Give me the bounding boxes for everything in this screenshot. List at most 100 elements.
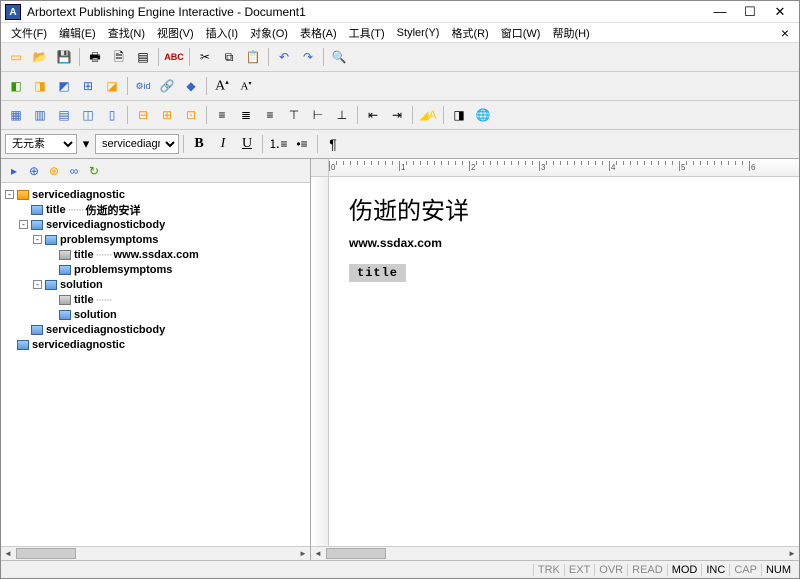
outline-tool-3[interactable]: ⊛	[45, 162, 63, 180]
status-ext[interactable]: EXT	[564, 564, 594, 576]
highlight-button[interactable]: ◢A	[417, 104, 439, 126]
element-select-more[interactable]: ▾	[79, 133, 93, 155]
print-button[interactable]: 🖶	[84, 46, 106, 68]
find-button[interactable]: 🔍	[328, 46, 350, 68]
tree-node[interactable]: servicediagnostic	[5, 337, 306, 352]
numbered-list-button[interactable]: ⒈≡	[267, 133, 289, 155]
change-markup-button[interactable]: ◨	[29, 75, 51, 97]
underline-button[interactable]: U	[236, 133, 258, 155]
status-inc[interactable]: INC	[701, 564, 729, 576]
outline-tool-2[interactable]: ⊕	[25, 162, 43, 180]
close-button[interactable]: ✕	[765, 2, 795, 22]
insert-symbol-button[interactable]: ◪	[101, 75, 123, 97]
status-read[interactable]: READ	[627, 564, 667, 576]
document-line[interactable]: www.ssdax.com	[349, 236, 779, 250]
outline-tool-1[interactable]: ▸	[5, 162, 23, 180]
redo-button[interactable]: ↷	[297, 46, 319, 68]
table-merge-3[interactable]: ⊡	[180, 104, 202, 126]
tree-node[interactable]: -problemsymptoms	[5, 232, 306, 247]
table-merge-1[interactable]: ⊟	[132, 104, 154, 126]
menu-view[interactable]: 视图(V)	[151, 23, 200, 43]
outline-tool-link[interactable]: ∞	[65, 162, 83, 180]
element-select[interactable]: 无元素	[5, 134, 77, 154]
pilcrow-button[interactable]: ¶	[322, 133, 344, 155]
menu-file[interactable]: 文件(F)	[5, 23, 53, 43]
status-trk[interactable]: TRK	[533, 564, 564, 576]
table-merge-2[interactable]: ⊞	[156, 104, 178, 126]
table-tool-2[interactable]: ▥	[29, 104, 51, 126]
screen-toggle-button[interactable]: ◨	[448, 104, 470, 126]
menu-format[interactable]: 格式(R)	[445, 23, 494, 43]
tree-toggle[interactable]: -	[33, 280, 42, 289]
menu-styler[interactable]: Styler(Y)	[391, 25, 446, 41]
align-right-button[interactable]: ≡	[259, 104, 281, 126]
track-changes-button[interactable]: ⚙id	[132, 75, 154, 97]
paste-button[interactable]: 📋	[242, 46, 264, 68]
insert-graphic-button[interactable]: ◩	[53, 75, 75, 97]
align-top-button[interactable]: ⊤	[283, 104, 305, 126]
title-placeholder[interactable]: title	[349, 264, 406, 282]
open-button[interactable]: 📂	[29, 46, 51, 68]
tree-node[interactable]: -servicediagnosticbody	[5, 217, 306, 232]
status-num[interactable]: NUM	[761, 564, 795, 576]
document-body[interactable]: 伤逝的安详 www.ssdax.com title	[329, 177, 799, 546]
tree-toggle[interactable]: -	[19, 220, 28, 229]
tree-node[interactable]: problemsymptoms	[5, 262, 306, 277]
save-button[interactable]: 💾	[53, 46, 75, 68]
tree-node[interactable]: -solution	[5, 277, 306, 292]
bold-button[interactable]: B	[188, 133, 210, 155]
menubar-close-icon[interactable]: ×	[775, 25, 795, 41]
align-bot-button[interactable]: ⊥	[331, 104, 353, 126]
browser-button[interactable]: 🌐	[472, 104, 494, 126]
menu-window[interactable]: 窗口(W)	[495, 23, 547, 43]
tree-node[interactable]: solution	[5, 307, 306, 322]
bullet-list-button[interactable]: •≡	[291, 133, 313, 155]
outline-tree[interactable]: -servicediagnostictitle ······ 伤逝的安详-ser…	[1, 183, 310, 546]
compose-button[interactable]: ▤	[132, 46, 154, 68]
menu-insert[interactable]: 插入(I)	[200, 23, 244, 43]
tree-toggle[interactable]: -	[33, 235, 42, 244]
style-select[interactable]: servicediagno	[95, 134, 179, 154]
font-smaller-button[interactable]: A▾	[235, 75, 257, 97]
table-tool-4[interactable]: ◫	[77, 104, 99, 126]
outline-tool-refresh[interactable]: ↻	[85, 162, 103, 180]
status-ovr[interactable]: OVR	[594, 564, 627, 576]
minimize-button[interactable]: —	[705, 2, 735, 22]
undo-button[interactable]: ↶	[273, 46, 295, 68]
tree-node[interactable]: servicediagnosticbody	[5, 322, 306, 337]
cut-button[interactable]: ✂	[194, 46, 216, 68]
preview-button[interactable]: 🗎	[108, 46, 130, 68]
menu-help[interactable]: 帮助(H)	[546, 23, 595, 43]
entity-button[interactable]: ◆	[180, 75, 202, 97]
tree-node[interactable]: title ······	[5, 292, 306, 307]
status-mod[interactable]: MOD	[667, 564, 702, 576]
tree-toggle[interactable]: -	[5, 190, 14, 199]
indent-out-button[interactable]: ⇤	[362, 104, 384, 126]
maximize-button[interactable]: ☐	[735, 2, 765, 22]
document-heading[interactable]: 伤逝的安详	[349, 191, 779, 226]
align-left-button[interactable]: ≡	[211, 104, 233, 126]
outline-scrollbar[interactable]: ◄►	[1, 546, 310, 560]
menu-find[interactable]: 查找(N)	[102, 23, 151, 43]
menu-object[interactable]: 对象(O)	[244, 23, 294, 43]
table-tool-1[interactable]: ▦	[5, 104, 27, 126]
menu-edit[interactable]: 编辑(E)	[53, 23, 102, 43]
align-mid-button[interactable]: ⊢	[307, 104, 329, 126]
new-button[interactable]: ▭	[5, 46, 27, 68]
insert-table-button[interactable]: ⊞	[77, 75, 99, 97]
menu-tools[interactable]: 工具(T)	[343, 23, 391, 43]
link-button[interactable]: 🔗	[156, 75, 178, 97]
spellcheck-button[interactable]: ABC	[163, 46, 185, 68]
align-center-button[interactable]: ≣	[235, 104, 257, 126]
font-larger-button[interactable]: A▴	[211, 75, 233, 97]
table-tool-3[interactable]: ▤	[53, 104, 75, 126]
table-tool-5[interactable]: ▯	[101, 104, 123, 126]
editor-scrollbar[interactable]: ◄►	[311, 546, 799, 560]
tree-node[interactable]: title ······ www.ssdax.com	[5, 247, 306, 262]
tree-node[interactable]: -servicediagnostic	[5, 187, 306, 202]
italic-button[interactable]: I	[212, 133, 234, 155]
copy-button[interactable]: ⧉	[218, 46, 240, 68]
status-cap[interactable]: CAP	[729, 564, 761, 576]
tree-node[interactable]: title ······ 伤逝的安详	[5, 202, 306, 217]
menu-table[interactable]: 表格(A)	[294, 23, 343, 43]
